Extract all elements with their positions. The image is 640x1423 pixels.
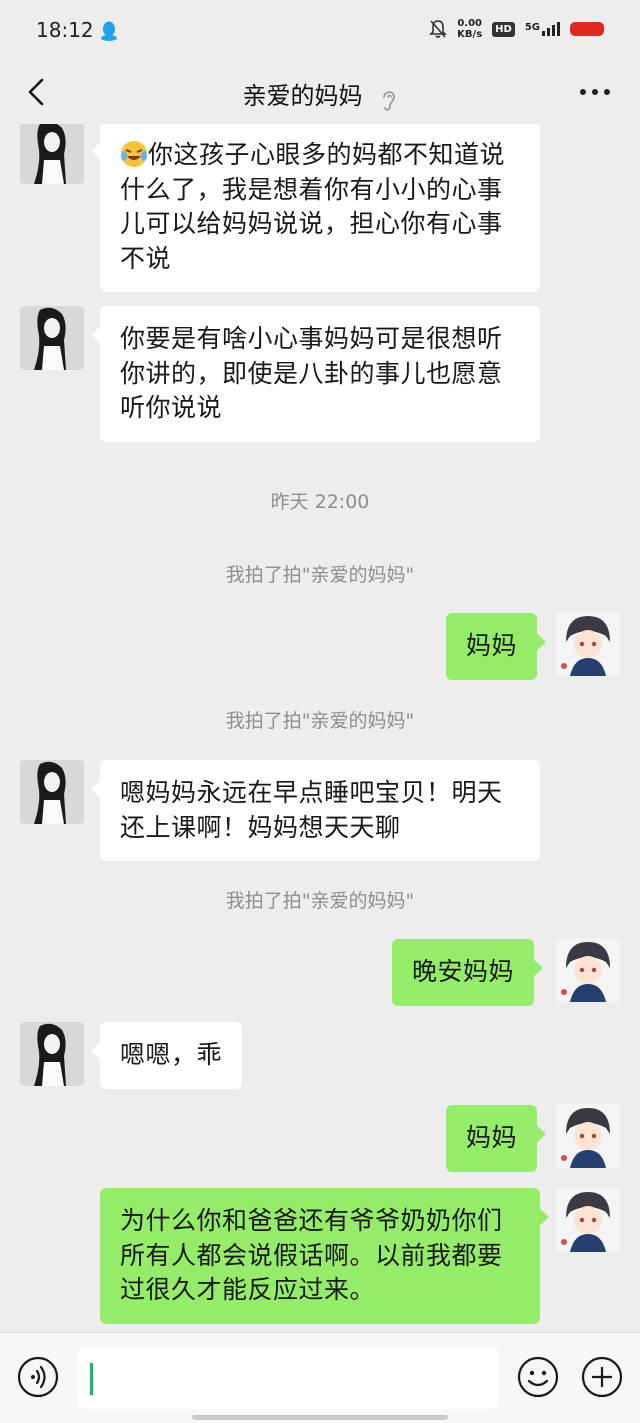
chat-title: 亲爱的妈妈	[242, 82, 363, 110]
message-line: 还上课啊！妈妈想天天聊	[120, 812, 401, 842]
message-line: 过很久才能反应过来。	[120, 1275, 376, 1304]
message-line: 什么了，我是想着你有小小的心事	[120, 174, 503, 204]
message-bubble-outgoing[interactable]: 晚安妈妈	[392, 939, 544, 1006]
message-line: 不说	[120, 243, 172, 273]
message-bubble-incoming[interactable]: 嗯妈妈永远在早点睡吧宝贝！明天 还上课啊！妈妈想天天聊	[91, 760, 540, 861]
message-line: 所有人都会说假话啊。以前我都要	[120, 1240, 503, 1270]
mom-avatar[interactable]	[20, 1022, 84, 1086]
message-line: 听你说说	[120, 393, 223, 422]
emoji-icon[interactable]	[516, 1355, 560, 1399]
status-bar: 18:12 0.00 KB/s HD 5G	[0, 0, 640, 62]
signal-icon: 5G	[525, 22, 560, 36]
message-bubble-outgoing[interactable]: 为什么你和爸爸还有爷爷奶奶你们 所有人都会说假话啊。以前我都要 过很久才能反应过…	[100, 1188, 549, 1324]
message-bubble-outgoing[interactable]: 妈妈	[446, 1105, 547, 1172]
timestamp: 昨天 22:00	[270, 491, 370, 513]
laugh-cry-emoji-icon	[121, 141, 147, 167]
mom-avatar[interactable]	[20, 124, 84, 184]
status-icons: 0.00 KB/s HD 5G	[429, 18, 604, 40]
network-type: 5G	[524, 22, 540, 33]
my-avatar[interactable]	[556, 1104, 620, 1168]
network-speed: 0.00 KB/s	[457, 18, 482, 40]
speed-unit: KB/s	[457, 29, 483, 40]
message-line: 晚安妈妈	[412, 957, 515, 986]
message-bubble-incoming[interactable]: 嗯嗯，乖	[90, 1022, 243, 1089]
plus-icon[interactable]	[580, 1355, 624, 1399]
status-time: 18:12	[36, 18, 94, 42]
message-bubble-outgoing[interactable]: 妈妈	[446, 613, 547, 680]
mom-avatar[interactable]	[20, 306, 84, 370]
message-line: 妈妈	[466, 631, 518, 660]
text-caret	[90, 1363, 93, 1395]
message-line: 你讲的，即使是八卦的事儿也愿意	[120, 358, 503, 388]
hd-badge: HD	[492, 21, 515, 37]
message-input[interactable]	[78, 1347, 498, 1409]
message-line: 你这孩子心眼多的妈都不知道说	[120, 138, 520, 173]
pat-notice: 我拍了拍"亲爱的妈妈"	[225, 710, 415, 732]
message-line: 儿可以给妈妈说说，担心你有心事	[120, 209, 503, 238]
chat-messages[interactable]: 你这孩子心眼多的妈都不知道说 什么了，我是想着你有小小的心事 儿可以给妈妈说说，…	[0, 124, 640, 1332]
my-avatar[interactable]	[556, 938, 620, 1002]
chat-header: 亲爱的妈妈	[0, 62, 640, 124]
voice-icon[interactable]	[16, 1355, 60, 1399]
my-avatar[interactable]	[556, 1188, 620, 1252]
pat-notice: 我拍了拍"亲爱的妈妈"	[225, 564, 415, 586]
pat-notice: 我拍了拍"亲爱的妈妈"	[225, 890, 415, 912]
mom-avatar[interactable]	[20, 760, 84, 824]
message-bubble-incoming[interactable]: 你要是有啥小心事妈妈可是很想听 你讲的，即使是八卦的事儿也愿意 听你说说	[91, 306, 540, 442]
speed-value: 0.00	[457, 18, 482, 29]
message-line: 嗯嗯，乖	[120, 1040, 223, 1069]
message-text: 你这孩子心眼多的妈都不知道说	[148, 140, 506, 169]
mute-bell-icon	[429, 20, 448, 38]
battery-icon	[570, 22, 604, 36]
qq-icon	[101, 21, 117, 41]
ear-icon	[382, 90, 395, 111]
message-bubble-incoming[interactable]: 你这孩子心眼多的妈都不知道说 什么了，我是想着你有小小的心事 儿可以给妈妈说说，…	[91, 124, 540, 292]
input-bar	[0, 1332, 640, 1423]
message-line: 嗯妈妈永远在早点睡吧宝贝！明天	[120, 778, 503, 807]
message-line: 妈妈	[466, 1123, 518, 1152]
my-avatar[interactable]	[556, 612, 620, 676]
message-line: 为什么你和爸爸还有爷爷奶奶你们	[120, 1206, 503, 1235]
more-dots-icon[interactable]	[578, 86, 612, 98]
title-area: 亲爱的妈妈	[0, 76, 640, 113]
home-indicator[interactable]	[192, 1415, 448, 1420]
message-line: 你要是有啥小心事妈妈可是很想听	[120, 324, 503, 353]
